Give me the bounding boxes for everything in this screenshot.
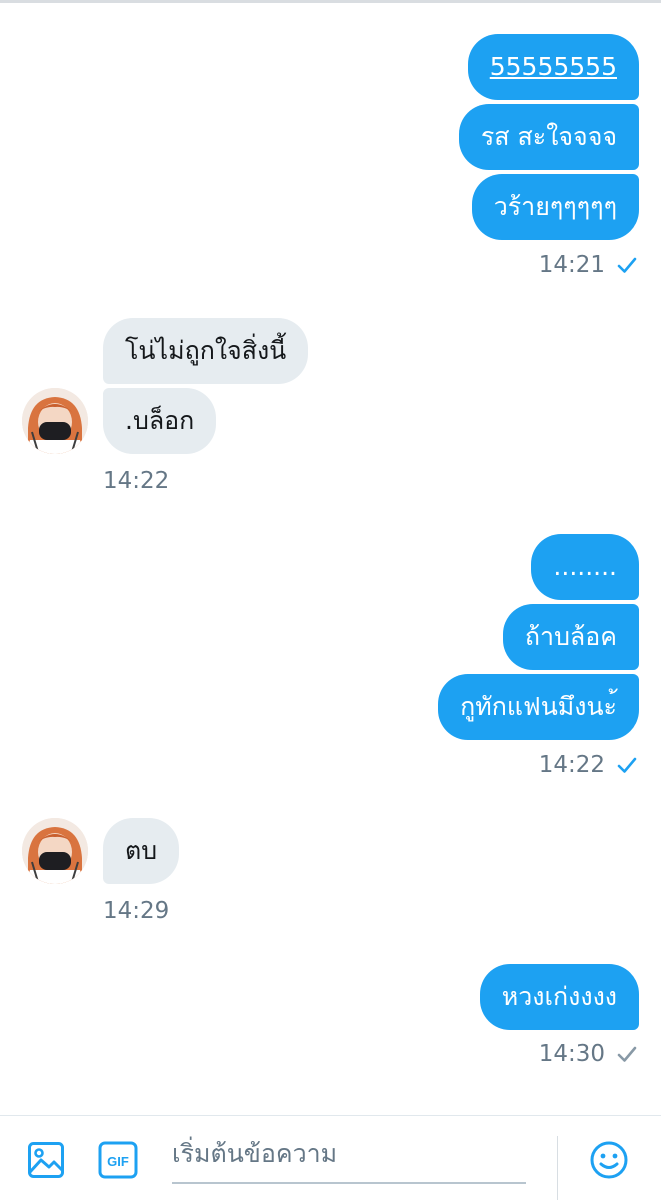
message-text: โน่ไม่ถูกใจสิ่งนี้ xyxy=(125,336,287,365)
outgoing-message[interactable]: กูทักแฟนมึงนะ้ xyxy=(438,674,639,740)
message-input[interactable]: เริ่มต้นข้อความ xyxy=(172,1132,526,1184)
message-text: วร้ายๆๆๆๆๆ xyxy=(493,192,617,221)
timestamp: 14:22 xyxy=(103,468,170,494)
read-check-icon xyxy=(617,757,637,773)
incoming-message[interactable]: ตบ xyxy=(103,818,180,884)
message-text: ตบ xyxy=(125,836,158,865)
image-icon xyxy=(28,1142,64,1178)
emoji-icon xyxy=(590,1141,628,1179)
message-meta: 14:30 xyxy=(539,1039,639,1069)
add-photo-button[interactable] xyxy=(26,1140,66,1180)
sent-check-icon xyxy=(617,1046,637,1062)
outgoing-message[interactable]: 55555555 xyxy=(467,34,639,100)
message-text: ........ xyxy=(553,552,617,581)
avatar-image xyxy=(22,388,88,454)
incoming-message[interactable]: .บล็อก xyxy=(103,388,217,454)
outgoing-message[interactable]: หวงเก่งงงง xyxy=(479,964,639,1030)
emoji-button[interactable] xyxy=(589,1140,629,1180)
timestamp: 14:21 xyxy=(538,252,605,278)
incoming-message[interactable]: โน่ไม่ถูกใจสิ่งนี้ xyxy=(103,318,309,384)
message-text: หวงเก่งงงง xyxy=(501,982,617,1011)
avatar-image xyxy=(22,818,88,884)
timestamp: 14:30 xyxy=(538,1041,605,1067)
message-text: กูทักแฟนมึงนะ้ xyxy=(460,692,617,721)
timestamp: 14:22 xyxy=(538,752,605,778)
message-text: รส สะใจจจจ xyxy=(480,122,617,151)
outgoing-message[interactable]: ถ้าบล้อค xyxy=(502,604,639,670)
avatar[interactable] xyxy=(22,388,88,454)
input-placeholder: เริ่มต้นข้อความ xyxy=(172,1139,338,1168)
composer-divider xyxy=(557,1136,558,1200)
message-text: .บล็อก xyxy=(125,406,195,435)
add-gif-button[interactable]: GIF xyxy=(98,1140,138,1180)
timestamp: 14:29 xyxy=(103,898,170,924)
message-meta: 14:22 xyxy=(539,750,639,780)
message-meta: 14:21 xyxy=(539,250,639,280)
message-link[interactable]: 55555555 xyxy=(490,52,617,81)
outgoing-message[interactable]: วร้ายๆๆๆๆๆ xyxy=(471,174,639,240)
message-text: ถ้าบล้อค xyxy=(524,622,617,651)
message-thread[interactable]: 55555555 รส สะใจจจจ วร้ายๆๆๆๆๆ 14:21 โน่… xyxy=(0,0,661,1115)
outgoing-message[interactable]: ........ xyxy=(531,534,639,600)
outgoing-message[interactable]: รส สะใจจจจ xyxy=(458,104,639,170)
read-check-icon xyxy=(617,257,637,273)
message-composer: GIF เริ่มต้นข้อความ xyxy=(0,1115,661,1200)
gif-icon: GIF xyxy=(98,1141,138,1179)
avatar[interactable] xyxy=(22,818,88,884)
gif-label: GIF xyxy=(107,1154,129,1169)
